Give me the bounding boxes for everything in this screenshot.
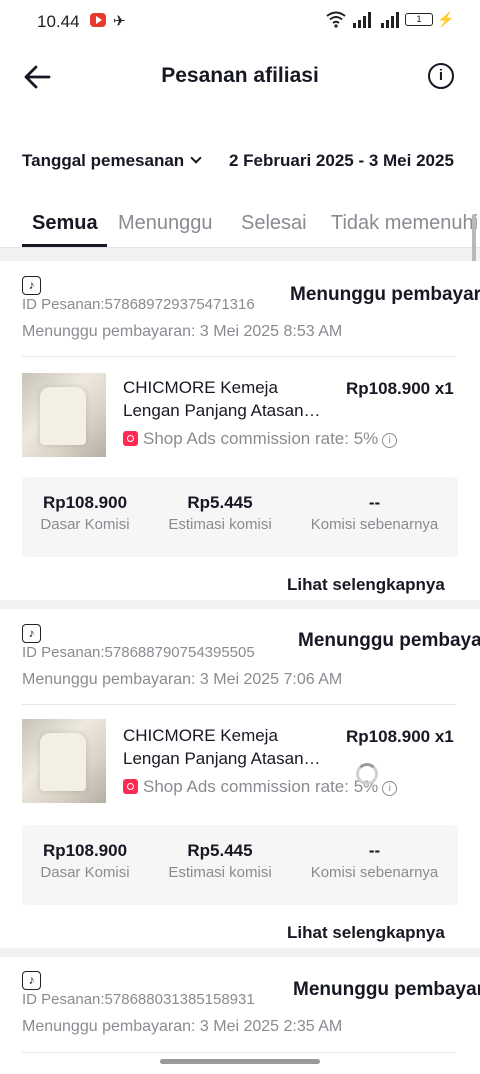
payment-wait-time: Menunggu pembayaran: 3 Mei 2025 7:06 AM bbox=[22, 671, 343, 688]
battery-icon: 1 bbox=[405, 13, 433, 26]
tiktok-shop-icon: ♪ bbox=[22, 276, 41, 295]
status-time: 10.44 bbox=[37, 12, 80, 31]
base-commission: Rp108.900 Dasar Komisi bbox=[22, 841, 148, 881]
info-icon[interactable]: i bbox=[382, 781, 398, 796]
date-filter-dropdown[interactable]: Tanggal pemesanan bbox=[22, 151, 202, 171]
youtube-icon bbox=[90, 13, 106, 27]
estimated-commission-value: Rp5.445 bbox=[187, 841, 253, 860]
shop-ads-label: Shop Ads commission rate: 5% bbox=[143, 777, 379, 796]
status-bar: 10.44 ✈ 1 ⚡ bbox=[0, 0, 480, 42]
active-tab-indicator bbox=[22, 244, 107, 247]
estimated-commission-label: Estimasi komisi bbox=[168, 516, 272, 533]
product-thumbnail[interactable] bbox=[22, 719, 106, 803]
product-thumbnail[interactable] bbox=[22, 373, 106, 457]
base-commission-label: Dasar Komisi bbox=[40, 864, 130, 881]
tiktok-shop-icon: ♪ bbox=[22, 971, 41, 990]
estimated-commission: Rp5.445 Estimasi komisi bbox=[158, 841, 282, 881]
payment-wait-time: Menunggu pembayaran: 3 Mei 2025 2:35 AM bbox=[22, 1018, 343, 1035]
loading-spinner-icon bbox=[356, 763, 378, 785]
page-title: Pesanan afiliasi bbox=[161, 64, 319, 87]
order-card[interactable]: ♪ ID Pesanan:578688790754395505 Menunggu… bbox=[0, 609, 480, 948]
product-name[interactable]: CHICMORE Kemeja Lengan Panjang Atasan… bbox=[123, 724, 333, 770]
tiktok-shop-icon: ♪ bbox=[22, 624, 41, 643]
shop-ads-commission: Shop Ads commission rate: 5% i bbox=[123, 777, 398, 797]
divider bbox=[22, 1052, 456, 1053]
order-status: Menunggu pembayaran bbox=[298, 630, 480, 651]
page-header: Pesanan afiliasi i Tanggal pemesanan 2 F… bbox=[0, 42, 480, 314]
date-filter-label: Tanggal pemesanan bbox=[22, 151, 185, 170]
shop-ads-icon bbox=[123, 779, 138, 794]
charging-icon: ⚡ bbox=[437, 11, 455, 27]
base-commission-value: Rp108.900 bbox=[42, 841, 128, 860]
see-more-link[interactable]: Lihat selengkapnya bbox=[287, 575, 445, 595]
product-price: Rp108.900 x1 bbox=[346, 727, 454, 746]
estimated-commission: Rp5.445 Estimasi komisi bbox=[158, 493, 282, 533]
shop-ads-label: Shop Ads commission rate: 5% bbox=[143, 429, 379, 448]
info-icon[interactable]: i bbox=[428, 63, 454, 89]
shop-ads-icon bbox=[123, 431, 138, 446]
commission-summary: Rp108.900 Dasar Komisi Rp5.445 Estimasi … bbox=[22, 477, 458, 557]
home-indicator[interactable] bbox=[160, 1059, 320, 1064]
tab-selesai[interactable]: Selesai bbox=[241, 212, 307, 235]
shop-ads-commission: Shop Ads commission rate: 5% i bbox=[123, 429, 398, 449]
base-commission-value: Rp108.900 bbox=[42, 493, 128, 512]
signal-icon-2 bbox=[381, 12, 399, 28]
commission-summary: Rp108.900 Dasar Komisi Rp5.445 Estimasi … bbox=[22, 825, 458, 905]
wifi-icon bbox=[326, 11, 346, 28]
payment-wait-time: Menunggu pembayaran: 3 Mei 2025 8:53 AM bbox=[22, 323, 343, 340]
date-range[interactable]: 2 Februari 2025 - 3 Mei 2025 bbox=[229, 151, 454, 171]
actual-commission: -- Komisi sebenarnya bbox=[302, 841, 447, 881]
info-icon[interactable]: i bbox=[382, 433, 398, 448]
base-commission-label: Dasar Komisi bbox=[40, 516, 130, 533]
see-more-link[interactable]: Lihat selengkapnya bbox=[287, 923, 445, 943]
tab-semua[interactable]: Semua bbox=[32, 212, 98, 235]
product-name[interactable]: CHICMORE Kemeja Lengan Panjang Atasan… bbox=[123, 376, 333, 422]
divider bbox=[22, 356, 456, 357]
signal-icon bbox=[353, 12, 371, 28]
actual-commission-label: Komisi sebenarnya bbox=[310, 864, 439, 881]
divider bbox=[22, 704, 456, 705]
order-id: ID Pesanan:578688031385158931 bbox=[22, 991, 255, 1008]
telegram-icon: ✈ bbox=[113, 13, 126, 30]
order-id: ID Pesanan:578688790754395505 bbox=[22, 644, 255, 661]
estimated-commission-value: Rp5.445 bbox=[187, 493, 253, 512]
order-card[interactable]: ♪ ID Pesanan:578688031385158931 Menunggu… bbox=[0, 957, 480, 1074]
order-tabs: Semua Menunggu Selesai Tidak memenuhi bbox=[0, 210, 480, 248]
estimated-commission-label: Estimasi komisi bbox=[168, 864, 272, 881]
order-status: Menunggu pembayaran bbox=[293, 979, 480, 1000]
order-card[interactable]: ♪ ID Pesanan:578689729375471316 Menunggu… bbox=[0, 261, 480, 600]
actual-commission-value: -- bbox=[368, 493, 381, 512]
order-status: Menunggu pembayaran bbox=[290, 284, 480, 305]
base-commission: Rp108.900 Dasar Komisi bbox=[22, 493, 148, 533]
product-price: Rp108.900 x1 bbox=[346, 379, 454, 398]
tab-tidak-memenuhi[interactable]: Tidak memenuhi bbox=[331, 212, 478, 235]
actual-commission: -- Komisi sebenarnya bbox=[302, 493, 447, 533]
actual-commission-label: Komisi sebenarnya bbox=[310, 516, 439, 533]
actual-commission-value: -- bbox=[368, 841, 381, 860]
order-id: ID Pesanan:578689729375471316 bbox=[22, 296, 255, 313]
chevron-down-icon bbox=[190, 152, 202, 164]
tab-menunggu[interactable]: Menunggu bbox=[118, 212, 213, 235]
